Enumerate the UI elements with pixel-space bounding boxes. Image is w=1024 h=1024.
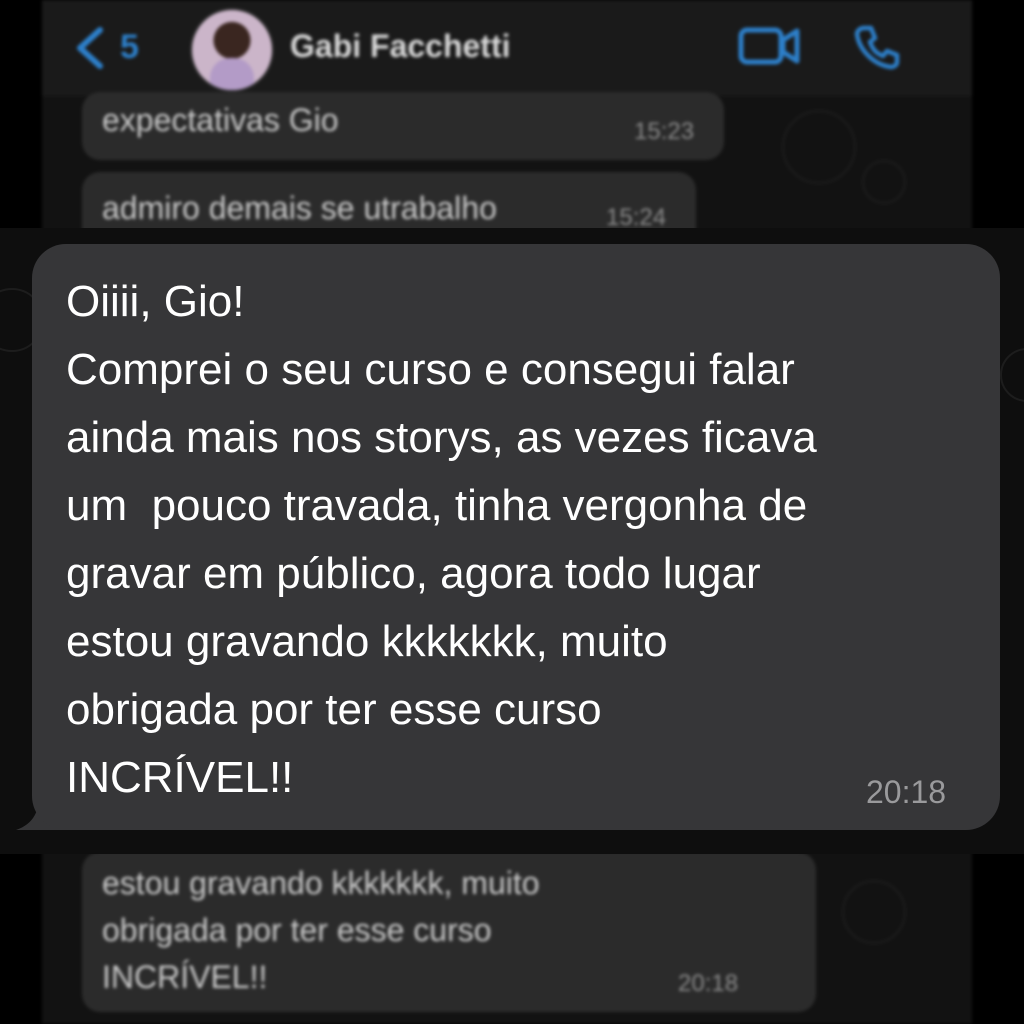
message-line: ainda mais nos storys, as vezes ficava — [66, 413, 817, 462]
wallpaper-doodle — [782, 110, 856, 184]
message-line: obrigada por ter esse curso — [66, 685, 602, 734]
message-bubble: expectativas Gio 15:23 — [82, 92, 724, 160]
message-bubble: estou gravando kkkkkkk, muito obrigada p… — [82, 852, 816, 1012]
avatar[interactable] — [190, 8, 274, 92]
message-text: admiro demais se utrabalho — [102, 190, 497, 226]
message-line: estou gravando kkkkkkk, muito — [66, 617, 668, 666]
message-time: 20:18 — [678, 970, 739, 997]
focused-message-text: Oiiii, Gio! Comprei o seu curso e conseg… — [66, 268, 966, 812]
message-time: 15:23 — [634, 118, 695, 145]
message-text: expectativas Gio — [102, 102, 339, 138]
back-chevron-icon[interactable] — [70, 26, 110, 70]
message-line: Oiiii, Gio! — [66, 277, 245, 326]
wallpaper-doodle — [862, 160, 906, 204]
message-line: INCRÍVEL!! — [66, 753, 294, 802]
message-line: um pouco travada, tinha vergonha de — [66, 481, 808, 530]
message-line: Comprei o seu curso e consegui falar — [66, 345, 795, 394]
chat-screen: 5 Gabi Facchetti expectativas Gio 15:23 … — [0, 0, 1024, 1024]
contact-name[interactable]: Gabi Facchetti — [290, 28, 511, 65]
message-text: estou gravando kkkkkkk, muito obrigada p… — [102, 865, 540, 995]
chat-header: 5 Gabi Facchetti — [42, 0, 972, 96]
wallpaper-doodle — [1000, 348, 1024, 402]
video-call-icon[interactable] — [738, 26, 800, 66]
focused-message-time: 20:18 — [866, 774, 947, 810]
wallpaper-doodle — [842, 880, 906, 944]
phone-call-icon[interactable] — [854, 24, 900, 70]
unread-count[interactable]: 5 — [120, 28, 139, 67]
message-line: gravar em público, agora todo lugar — [66, 549, 761, 598]
